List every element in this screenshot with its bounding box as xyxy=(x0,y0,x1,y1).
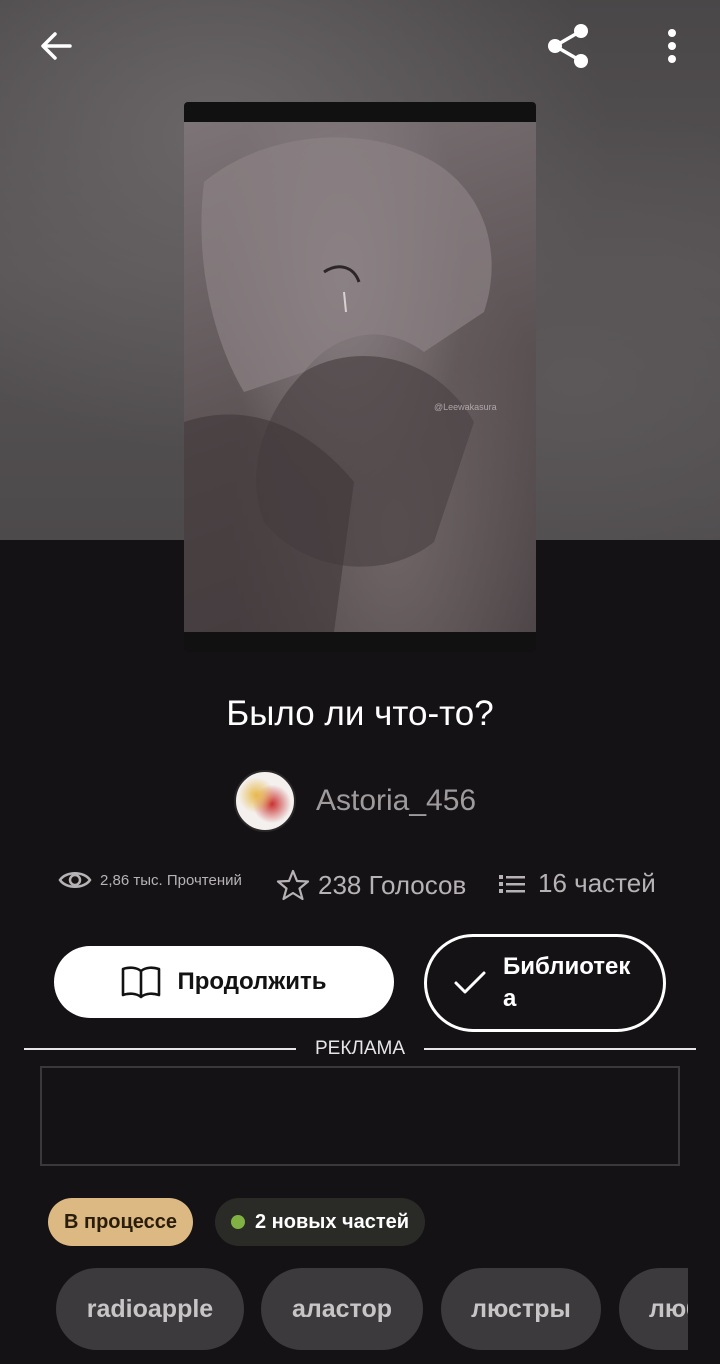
more-options-button[interactable] xyxy=(650,22,694,70)
author-name[interactable]: Astoria_456 xyxy=(316,784,476,818)
list-icon xyxy=(499,874,525,893)
continue-label: Продолжить xyxy=(177,968,327,995)
tag-chip[interactable]: аластор xyxy=(261,1268,423,1350)
share-button[interactable] xyxy=(538,18,598,74)
tag-list: radioapple аластор люстры люб xyxy=(56,1268,688,1350)
status-badge: В процессе xyxy=(48,1198,194,1246)
reads-count: 2,86 тыс. Прочтений xyxy=(100,871,242,889)
continue-reading-button[interactable]: Продолжить xyxy=(54,946,394,1018)
parts-stat[interactable]: 16 частей xyxy=(498,868,656,899)
more-vertical-icon xyxy=(668,29,676,63)
new-dot-icon xyxy=(231,1215,245,1229)
ad-placeholder[interactable] xyxy=(40,1066,680,1166)
votes-stat: 238 Голосов xyxy=(276,868,466,902)
tag-chip[interactable]: люстры xyxy=(441,1268,601,1350)
share-icon xyxy=(548,24,588,68)
back-button[interactable] xyxy=(28,22,84,70)
author-row[interactable]: Astoria_456 xyxy=(234,770,476,832)
divider-line-right xyxy=(424,1048,696,1050)
story-cover[interactable]: @Leewakasura xyxy=(184,102,536,652)
parts-count: 16 частей xyxy=(538,868,656,898)
tag-chip[interactable]: люб xyxy=(619,1268,688,1350)
top-bar xyxy=(0,0,720,92)
cover-illustration xyxy=(184,137,492,632)
new-parts-badge: 2 новых частей xyxy=(215,1198,426,1246)
arrow-left-icon xyxy=(41,32,72,60)
new-parts-label: 2 новых частей xyxy=(255,1210,410,1233)
library-button[interactable]: Библиотека xyxy=(424,934,666,1032)
cover-watermark: @Leewakasura xyxy=(434,402,497,412)
library-label: Библиотека xyxy=(503,953,631,1012)
story-title: Было ли что-то? xyxy=(226,694,494,733)
star-icon xyxy=(276,869,310,901)
check-icon xyxy=(454,971,486,994)
ad-divider: РЕКЛАМА xyxy=(24,1036,696,1062)
avatar[interactable] xyxy=(234,770,296,832)
tag-chip[interactable]: radioapple xyxy=(56,1268,244,1350)
eye-icon xyxy=(58,872,92,888)
reads-stat: 2,86 тыс. Прочтений xyxy=(58,868,242,892)
book-icon xyxy=(122,966,161,999)
votes-count: 238 Голосов xyxy=(318,869,467,900)
cover-artwork xyxy=(184,122,536,632)
stats-row: 2,86 тыс. Прочтений 238 Голосов 16 часте… xyxy=(58,864,678,908)
